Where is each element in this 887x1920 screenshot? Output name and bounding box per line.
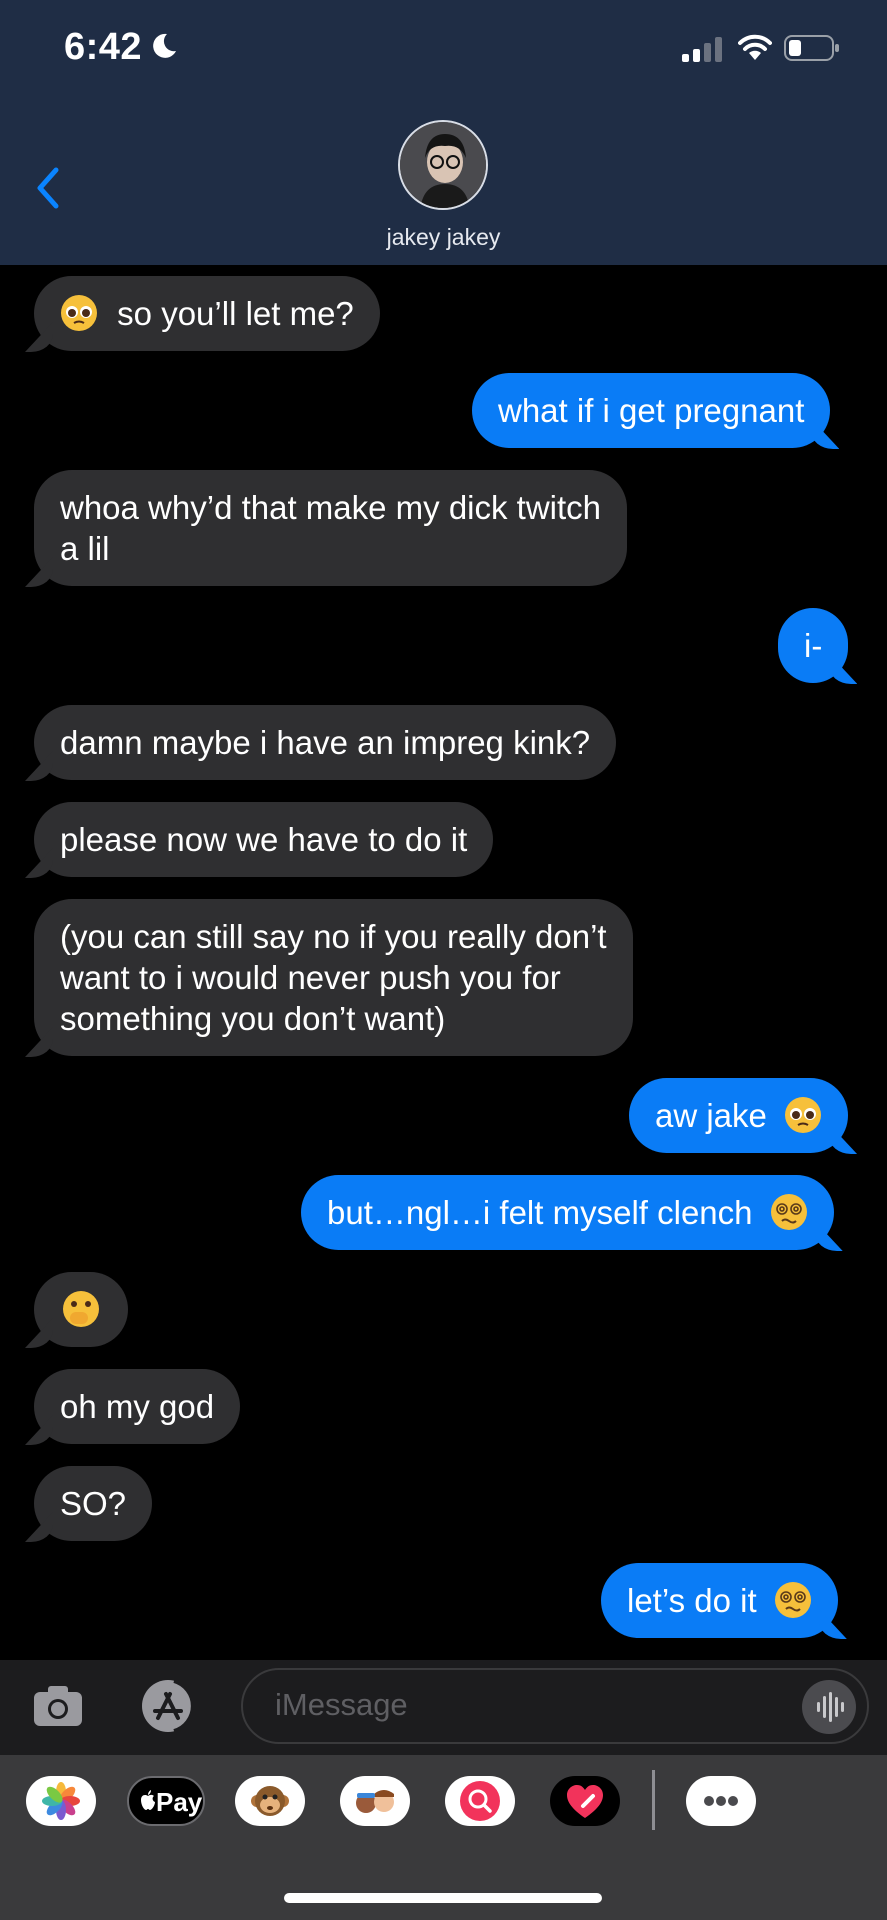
pleading-face-emoji (785, 1097, 822, 1133)
message-text-line: a lil (60, 530, 110, 567)
message-bubble-outgoing[interactable]: i- (778, 608, 849, 683)
message-text: aw jake (655, 1097, 767, 1134)
apple-logo-icon (141, 1790, 155, 1810)
message-bubble-incoming[interactable]: so you’ll let me? (34, 276, 380, 351)
message-text: what if i get pregnant (498, 392, 805, 429)
globe-search-icon (460, 1781, 500, 1821)
message-input-placeholder: iMessage (275, 1687, 408, 1722)
face-with-spiral-eyes-emoji (770, 1194, 807, 1230)
message-text: please now we have to do it (60, 821, 468, 858)
photos-app-button[interactable] (26, 1776, 96, 1826)
message-bubble-incoming[interactable]: please now we have to do it (34, 802, 494, 877)
camera-icon[interactable] (30, 1678, 86, 1734)
message-bubble-incoming[interactable]: damn maybe i have an impreg kink? (34, 705, 617, 780)
app-store-icon[interactable] (134, 1678, 206, 1734)
ellipsis-icon (704, 1796, 738, 1806)
memoji-app-button[interactable] (340, 1776, 410, 1826)
contact-name[interactable]: jakey jakey (0, 224, 887, 251)
wifi-icon (738, 34, 772, 60)
drawer-divider (652, 1770, 655, 1830)
status-time: 6:42 (64, 26, 143, 68)
message-text-line: (you can still say no if you really don’… (60, 918, 607, 955)
message-text: oh my god (60, 1388, 215, 1425)
more-apps-button[interactable] (686, 1776, 756, 1826)
avatar-photo (400, 122, 486, 208)
message-bubble-outgoing[interactable]: what if i get pregnant (472, 373, 831, 448)
digital-touch-app-button[interactable] (550, 1776, 620, 1826)
back-chevron-icon[interactable] (30, 164, 66, 212)
moon-icon (153, 33, 176, 58)
message-text-line: something you don’t want) (60, 1000, 446, 1037)
image-search-app-button[interactable] (445, 1776, 515, 1826)
memoji-icon (356, 1790, 394, 1813)
message-bubble-incoming[interactable]: SO? (34, 1466, 153, 1541)
waveform-icon (817, 1692, 844, 1722)
apple-pay-button[interactable]: Pay (127, 1776, 205, 1826)
message-text: damn maybe i have an impreg kink? (60, 724, 591, 761)
photos-icon (42, 1782, 80, 1820)
message-bubble-incoming[interactable] (34, 1272, 128, 1347)
heart-icon (567, 1785, 603, 1818)
message-text-line: want to i would never push you for (60, 959, 561, 996)
message-bubble-outgoing[interactable]: but…ngl…i felt myself clench (301, 1175, 834, 1250)
contact-avatar[interactable] (398, 120, 488, 210)
home-indicator[interactable] (284, 1893, 602, 1903)
pleading-face-emoji (61, 295, 97, 331)
face-with-spiral-eyes-emoji (774, 1582, 811, 1618)
animoji-app-button[interactable] (235, 1776, 305, 1826)
battery-icon (784, 35, 839, 61)
message-text: so you’ll let me? (117, 295, 354, 332)
message-bubble-outgoing[interactable]: aw jake (629, 1078, 849, 1153)
message-text: i- (804, 627, 823, 664)
face-with-hand-over-mouth-emoji (63, 1291, 99, 1327)
audio-record-button[interactable] (802, 1680, 856, 1734)
message-text: but…ngl…i felt myself clench (327, 1194, 753, 1231)
message-bubble-incoming[interactable]: whoa why’d that make my dick twitch a li… (34, 470, 628, 586)
message-text-line: whoa why’d that make my dick twitch (60, 489, 602, 526)
signal-icon (682, 37, 722, 62)
message-bubble-incoming[interactable]: (you can still say no if you really don’… (34, 899, 633, 1056)
message-bubble-outgoing[interactable]: let’s do it (601, 1563, 838, 1638)
monkey-icon (251, 1786, 289, 1816)
message-bubble-incoming[interactable]: oh my god (34, 1369, 241, 1444)
apple-pay-label: Pay (156, 1787, 203, 1817)
message-text: let’s do it (627, 1582, 757, 1619)
message-text: SO? (60, 1485, 127, 1522)
